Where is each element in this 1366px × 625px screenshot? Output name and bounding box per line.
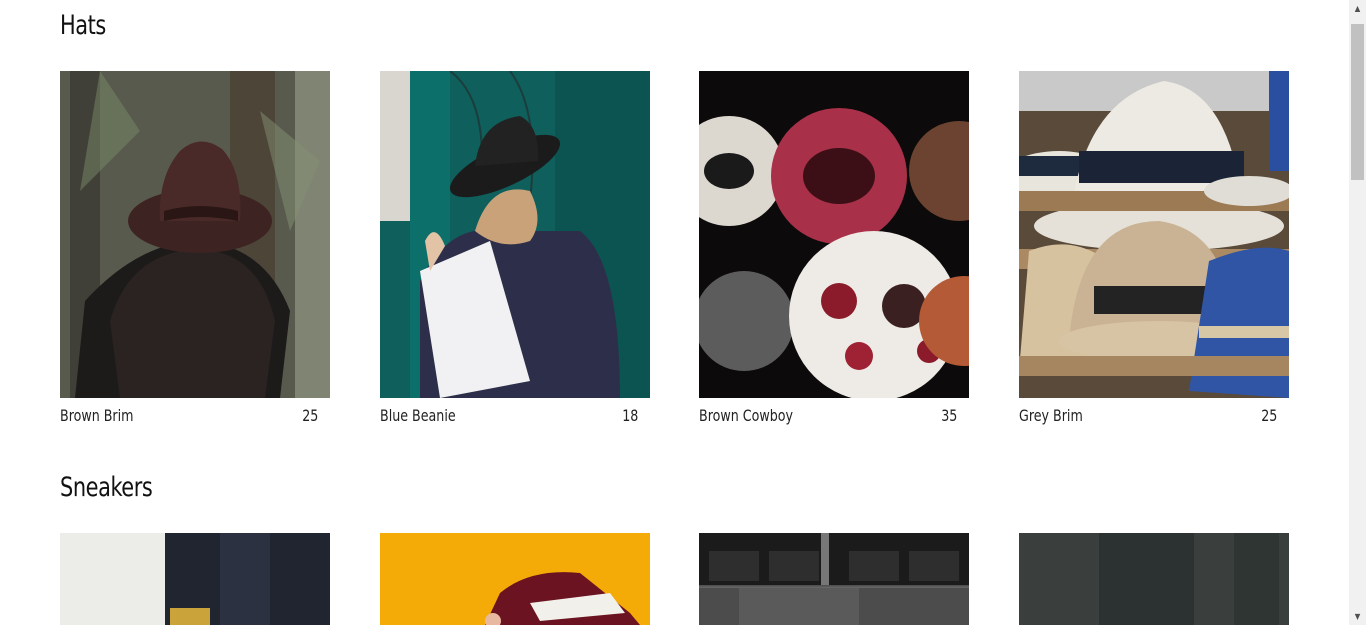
product-price: 25 [301,406,318,425]
product-price: 25 [1260,406,1277,425]
product-price: 35 [940,406,957,425]
product-card[interactable] [1019,533,1289,625]
product-name: Brown Cowboy [699,406,793,425]
product-meta: Blue Beanie 18 [380,406,650,432]
scroll-up-arrow-icon[interactable]: ▲ [1349,0,1366,17]
section-title-sneakers[interactable]: Sneakers [60,472,153,503]
product-image-brown-cowboy[interactable] [699,71,969,398]
product-card-brown-brim[interactable]: Brown Brim 25 [60,71,330,432]
product-meta: Grey Brim 25 [1019,406,1289,432]
product-image[interactable] [699,533,969,625]
product-image[interactable] [60,533,330,625]
shop-page: Hats Brown Brim 25 Blue Beanie 18 Brown … [0,0,1349,625]
scroll-down-arrow-icon[interactable]: ▼ [1349,608,1366,625]
product-card-grey-brim[interactable]: Grey Brim 25 [1019,71,1289,432]
vertical-scrollbar[interactable]: ▲ ▼ [1349,0,1366,625]
product-meta: Brown Brim 25 [60,406,330,432]
product-card-blue-beanie[interactable]: Blue Beanie 18 [380,71,650,432]
product-image-grey-brim[interactable] [1019,71,1289,398]
product-card[interactable] [699,533,969,625]
product-card[interactable] [380,533,650,625]
product-image-brown-brim[interactable] [60,71,330,398]
product-name: Grey Brim [1019,406,1083,425]
product-image[interactable] [380,533,650,625]
product-image-blue-beanie[interactable] [380,71,650,398]
product-card-brown-cowboy[interactable]: Brown Cowboy 35 [699,71,969,432]
scrollbar-thumb[interactable] [1351,24,1364,180]
product-name: Brown Brim [60,406,134,425]
product-meta: Brown Cowboy 35 [699,406,969,432]
product-image[interactable] [1019,533,1289,625]
product-card[interactable] [60,533,330,625]
product-price: 18 [621,406,638,425]
product-name: Blue Beanie [380,406,456,425]
section-title-hats[interactable]: Hats [60,10,106,41]
